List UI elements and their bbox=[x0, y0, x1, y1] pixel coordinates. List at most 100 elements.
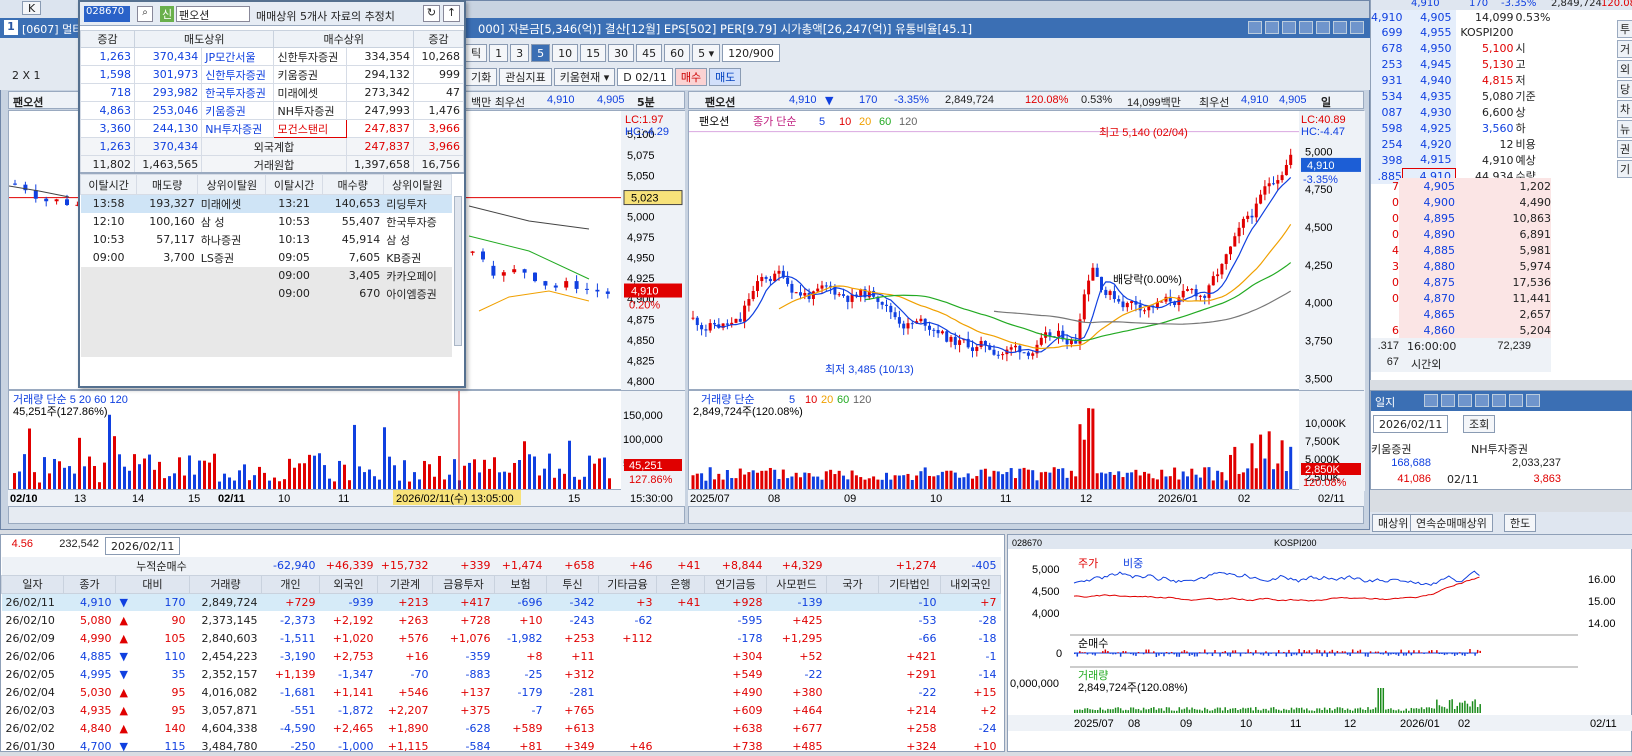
top5-row[interactable]: 1,598301,973신한투자증권키움증권294,132999 bbox=[81, 66, 464, 84]
right-y-tick: 4,000 bbox=[1305, 298, 1333, 310]
bid-row[interactable]: 44,8855,981 bbox=[1371, 242, 1551, 258]
investor-row[interactable]: 26/01/304,700▼1153,484,780-250-1,000+1,1… bbox=[2, 737, 1001, 755]
side-tab[interactable]: 뉴 bbox=[1617, 120, 1632, 138]
period-10[interactable]: 10 bbox=[552, 44, 578, 62]
mini-vol-bar bbox=[1079, 709, 1081, 713]
broker-date[interactable]: 2026/02/11 bbox=[1373, 415, 1448, 433]
dev-row[interactable]: 12:10100,160삼 성10:5355,407한국투자증 bbox=[81, 213, 452, 231]
period-45[interactable]: 45 bbox=[636, 44, 662, 62]
right-scrollbar[interactable] bbox=[688, 506, 1364, 524]
dev-scrollbar[interactable] bbox=[454, 196, 462, 346]
dev-row[interactable] bbox=[81, 321, 452, 339]
ask-row[interactable]: 5344,9355,080기준 bbox=[1371, 88, 1551, 104]
side-tab[interactable]: 기 bbox=[1617, 160, 1632, 178]
indicator-button[interactable]: 기화 bbox=[465, 68, 497, 86]
kiwoom-current-select[interactable]: 키움현재 ▾ bbox=[554, 68, 616, 86]
favorite-indicator-button[interactable]: 관심지표 bbox=[499, 68, 551, 86]
investor-row[interactable]: 26/02/024,840▲1404,604,338-4,590+2,465+1… bbox=[2, 719, 1001, 737]
window-controls[interactable] bbox=[1245, 21, 1364, 37]
dev-row[interactable]: 09:00670아이엠증권 bbox=[81, 285, 452, 303]
sell-button[interactable]: 매도 bbox=[709, 68, 741, 86]
ask-row[interactable]: 6784,9505,100시 bbox=[1371, 40, 1551, 56]
mini-net-bar bbox=[1207, 653, 1209, 654]
period-1[interactable]: 1 bbox=[489, 44, 508, 62]
investor-row[interactable]: 26/02/054,995▼352,352,157+1,139-1,347-70… bbox=[2, 665, 1001, 683]
side-tab[interactable]: 투 bbox=[1617, 20, 1632, 38]
period-5[interactable]: 5 bbox=[531, 44, 550, 62]
side-tab[interactable]: 외 bbox=[1617, 60, 1632, 78]
period-30[interactable]: 30 bbox=[608, 44, 634, 62]
dev-row[interactable]: 09:003,700LS증권09:057,605KB증권 bbox=[81, 249, 452, 267]
bid-row[interactable]: 34,8805,974 bbox=[1371, 258, 1551, 274]
side-tab[interactable]: 권 bbox=[1617, 140, 1632, 158]
top5-row[interactable]: 4,863253,046키움증권NH투자증권247,9931,476 bbox=[81, 102, 464, 120]
layout-2x1[interactable]: 2 X 1 bbox=[12, 69, 41, 82]
bid-row[interactable]: 04,87011,441 bbox=[1371, 290, 1551, 306]
period-60[interactable]: 60 bbox=[664, 44, 690, 62]
dev-row[interactable] bbox=[81, 339, 452, 357]
bid-row[interactable]: 64,8605,204 bbox=[1371, 322, 1551, 338]
refresh-icon[interactable]: ↻ bbox=[423, 5, 440, 22]
inv-cell-16: -10 bbox=[879, 593, 941, 611]
mini-vol-bar bbox=[1365, 710, 1367, 713]
tick-button[interactable]: 틱 bbox=[465, 44, 487, 62]
up-arrow-icon[interactable]: ↑ bbox=[443, 5, 460, 22]
right-tab[interactable]: 연속순매매상위 bbox=[1410, 514, 1493, 532]
broker-sub-controls[interactable] bbox=[1421, 394, 1540, 410]
side-tab[interactable]: 거 bbox=[1617, 40, 1632, 58]
period-select[interactable]: 5 ▾ bbox=[692, 44, 720, 62]
period-15[interactable]: 15 bbox=[580, 44, 606, 62]
search-icon[interactable]: ⌕ bbox=[137, 6, 153, 22]
investor-date[interactable]: 2026/02/11 bbox=[105, 537, 180, 555]
inv-cell-15 bbox=[827, 737, 879, 755]
left-vol-pct: 127.86% bbox=[629, 474, 673, 486]
left-vol-bar bbox=[358, 466, 361, 489]
ask-row[interactable]: 2544,92012비용 bbox=[1371, 136, 1551, 152]
stock-name-field[interactable]: 팬오션 bbox=[176, 6, 250, 22]
broker-search-button[interactable]: 조회 bbox=[1463, 415, 1495, 433]
dev-row[interactable] bbox=[81, 303, 452, 321]
investor-row[interactable]: 26/02/105,080▲902,373,145-2,373+2,192+26… bbox=[2, 611, 1001, 629]
ask-row[interactable]: 4,9104,90514,0990.53% bbox=[1371, 10, 1551, 25]
investor-row[interactable]: 26/02/064,885▼1102,454,223-3,190+2,753+1… bbox=[2, 647, 1001, 665]
ask-row[interactable]: 2534,9455,130고 bbox=[1371, 56, 1551, 72]
bid-row[interactable]: 04,9004,490 bbox=[1371, 194, 1551, 210]
dev-row[interactable]: 09:003,405카카오페이 bbox=[81, 267, 452, 285]
right-vol-ma: 60 bbox=[837, 394, 849, 406]
ask-row[interactable]: 5984,9253,560하 bbox=[1371, 120, 1551, 136]
mini-net-bar bbox=[1145, 650, 1147, 653]
ask-row[interactable]: 9314,9404,815저 bbox=[1371, 72, 1551, 88]
right-candle bbox=[1276, 180, 1279, 184]
mini-net-bar bbox=[1352, 649, 1354, 653]
top5-row[interactable]: 718293,982한국투자증권미래에셋273,34247 bbox=[81, 84, 464, 102]
dev-row[interactable]: 10:5357,117하나증권10:1345,914삼 성 bbox=[81, 231, 452, 249]
top5-row[interactable]: 1,263370,434JP모간서울신한투자증권334,35410,268 bbox=[81, 48, 464, 66]
left-scrollbar[interactable] bbox=[8, 506, 685, 524]
bid-row[interactable]: 74,9051,202 bbox=[1371, 178, 1551, 194]
inv-header-4: 개인 bbox=[262, 575, 320, 593]
bid-row[interactable]: 04,8906,891 bbox=[1371, 226, 1551, 242]
investor-row[interactable]: 26/02/094,990▲1052,840,603-1,511+1,020+5… bbox=[2, 629, 1001, 647]
bid-row[interactable]: 04,89510,863 bbox=[1371, 210, 1551, 226]
right-tab[interactable]: 매상위 bbox=[1372, 514, 1414, 532]
top5-row[interactable]: 3,360244,130NH투자증권모건스탠리247,8373,966 bbox=[81, 120, 464, 138]
inv-cell-16: -22 bbox=[879, 683, 941, 701]
ask-row[interactable]: 3984,9154,910예상 bbox=[1371, 152, 1551, 168]
right-tab[interactable]: 한도 bbox=[1504, 514, 1536, 532]
date-field[interactable]: D 02/11 bbox=[617, 68, 673, 86]
investor-row[interactable]: 26/02/034,935▲953,057,871-551-1,872+2,20… bbox=[2, 701, 1001, 719]
stock-code-input[interactable]: 028670 bbox=[84, 6, 130, 22]
ask-row[interactable]: 6994,955KOSPI200 bbox=[1371, 25, 1551, 40]
count-input[interactable]: 120/900 bbox=[722, 44, 780, 62]
bid-row[interactable]: 4,8652,657 bbox=[1371, 306, 1551, 322]
side-tab[interactable]: 당 bbox=[1617, 80, 1632, 98]
investor-row[interactable]: 26/02/114,910▼1702,849,724+729-939+213+4… bbox=[2, 593, 1001, 611]
investor-row[interactable]: 26/02/045,030▲954,016,082-1,681+1,141+54… bbox=[2, 683, 1001, 701]
buy-button[interactable]: 매수 bbox=[675, 68, 707, 86]
side-tab[interactable]: 차 bbox=[1617, 100, 1632, 118]
bid-row[interactable]: 04,87517,536 bbox=[1371, 274, 1551, 290]
period-3[interactable]: 3 bbox=[510, 44, 529, 62]
dev-row[interactable]: 13:58193,327미래에셋13:21140,653리딩투자 bbox=[81, 195, 452, 213]
ask-row[interactable]: 0874,9306,600상 bbox=[1371, 104, 1551, 120]
k-button[interactable]: K bbox=[22, 1, 41, 15]
